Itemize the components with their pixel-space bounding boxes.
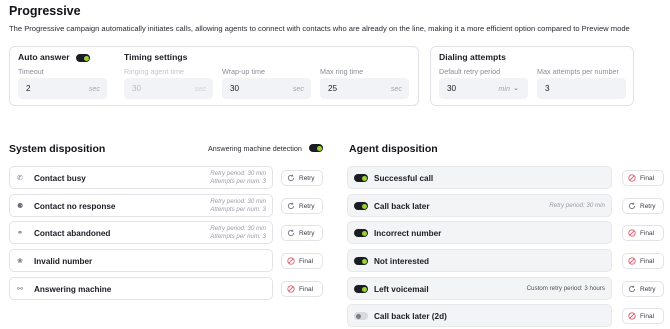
disposition-label: Call back later	[374, 202, 430, 211]
agent-disposition-row[interactable]: Left voicemail Custom retry period: 3 hou…	[347, 277, 612, 300]
disposition-toggle[interactable]	[354, 174, 368, 182]
retry-button[interactable]: Retry	[622, 198, 664, 214]
ringing-agent-time-label: Ringing agent time	[124, 67, 184, 76]
disposition-toggle[interactable]	[354, 229, 368, 237]
final-button[interactable]: Final	[622, 225, 664, 241]
final-button[interactable]: Final	[622, 308, 664, 324]
invalid-number-icon: ❀	[17, 258, 23, 265]
final-icon	[287, 285, 295, 293]
system-disposition-row[interactable]: ⚈ Contact no response Retry period: 30 min…	[9, 194, 273, 217]
retry-icon	[628, 202, 635, 210]
disposition-label: Left voicemail	[374, 285, 429, 294]
retry-button[interactable]: Retry	[281, 225, 323, 241]
retry-note: Retry period: 30 min	[210, 198, 266, 205]
agent-disposition-title: Agent disposition	[349, 143, 438, 155]
final-icon	[628, 229, 636, 237]
disposition-label: Contact abandoned	[34, 229, 111, 238]
system-disposition-row[interactable]: ⚯ Answering machine	[9, 277, 273, 300]
retry-icon	[628, 285, 635, 293]
retry-button[interactable]: Retry	[622, 281, 664, 297]
disposition-toggle[interactable]	[354, 257, 368, 265]
wrap-up-time-label: Wrap-up time	[222, 67, 266, 76]
agent-disposition-row[interactable]: Call back later (2d)	[347, 304, 612, 327]
wrap-up-time-input[interactable]: 30 sec	[222, 78, 311, 99]
phone-busy-icon: ✆	[17, 175, 23, 182]
amd-toggle[interactable]	[309, 144, 323, 152]
disposition-label: Incorrect number	[374, 229, 442, 238]
auto-answer-label: Auto answer	[18, 52, 70, 62]
retry-note: Custom retry period: 3 hours	[526, 285, 605, 292]
agent-disposition-row[interactable]: Incorrect number	[347, 221, 612, 244]
retry-icon	[287, 229, 294, 237]
disposition-label: Contact no response	[34, 202, 116, 211]
final-icon	[628, 174, 636, 182]
final-button[interactable]: Final	[622, 253, 664, 269]
ringing-agent-time-input: 30 sec	[124, 78, 213, 99]
max-ring-time-label: Max ring time	[320, 67, 364, 76]
retry-note: Retry period: 30 min	[210, 225, 266, 232]
final-button[interactable]: Final	[281, 253, 323, 269]
abandoned-icon: ⚭	[17, 230, 23, 237]
final-icon	[287, 257, 295, 265]
agent-disposition-row[interactable]: Not interested	[347, 249, 612, 272]
chevron-down-icon: ⌄	[513, 85, 519, 92]
retry-button[interactable]: Retry	[281, 198, 323, 214]
retry-note: Retry period: 30 min	[210, 170, 266, 177]
final-button[interactable]: Final	[281, 281, 323, 297]
final-button[interactable]: Final	[622, 170, 664, 186]
max-attempts-label: Max attempts per number	[537, 67, 619, 76]
disposition-label: Invalid number	[34, 257, 93, 266]
retry-icon	[287, 202, 294, 210]
auto-answer-toggle[interactable]	[76, 54, 90, 62]
attempts-note: Attempts per num: 3	[210, 233, 266, 240]
timeout-input[interactable]: 2 sec	[18, 78, 107, 99]
retry-note: Retry period: 30 min	[549, 202, 605, 209]
retry-icon	[287, 174, 294, 182]
max-ring-time-input[interactable]: 25 sec	[320, 78, 409, 99]
final-icon	[628, 257, 636, 265]
max-attempts-input[interactable]: 3	[537, 78, 626, 99]
timing-settings-label: Timing settings	[124, 52, 188, 62]
page-description: The Progressive campaign automatically i…	[9, 24, 630, 33]
system-disposition-row[interactable]: ❀ Invalid number	[9, 249, 273, 272]
dialing-attempts-label: Dialing attempts	[439, 52, 506, 62]
timeout-label: Timeout	[18, 67, 44, 76]
page-title: Progressive	[9, 4, 81, 18]
disposition-label: Contact busy	[34, 174, 86, 183]
attempts-note: Attempts per num: 3	[210, 178, 266, 185]
system-disposition-title: System disposition	[9, 143, 106, 155]
voicemail-icon: ⚯	[17, 286, 23, 293]
default-retry-period-label: Default retry period	[439, 67, 501, 76]
system-disposition-row[interactable]: ⚭ Contact abandoned Retry period: 30 min At…	[9, 221, 273, 244]
agent-disposition-row[interactable]: Call back later Retry period: 30 min	[347, 194, 612, 217]
disposition-label: Answering machine	[34, 285, 112, 294]
final-icon	[628, 312, 636, 320]
retry-button[interactable]: Retry	[281, 170, 323, 186]
amd-label: Answering machine detection	[208, 144, 302, 153]
disposition-label: Call back later (2d)	[374, 312, 447, 321]
disposition-label: Successful call	[374, 174, 434, 183]
system-disposition-row[interactable]: ✆ Contact busy Retry period: 30 min Attempt…	[9, 166, 273, 189]
default-retry-period-select[interactable]: 30 min ⌄	[439, 78, 528, 99]
agent-disposition-row[interactable]: Successful call	[347, 166, 612, 189]
disposition-toggle[interactable]	[354, 285, 368, 293]
no-response-icon: ⚈	[17, 203, 24, 210]
disposition-label: Not interested	[374, 257, 430, 266]
disposition-toggle[interactable]	[354, 312, 368, 320]
attempts-note: Attempts per num: 3	[210, 206, 266, 213]
disposition-toggle[interactable]	[354, 202, 368, 210]
